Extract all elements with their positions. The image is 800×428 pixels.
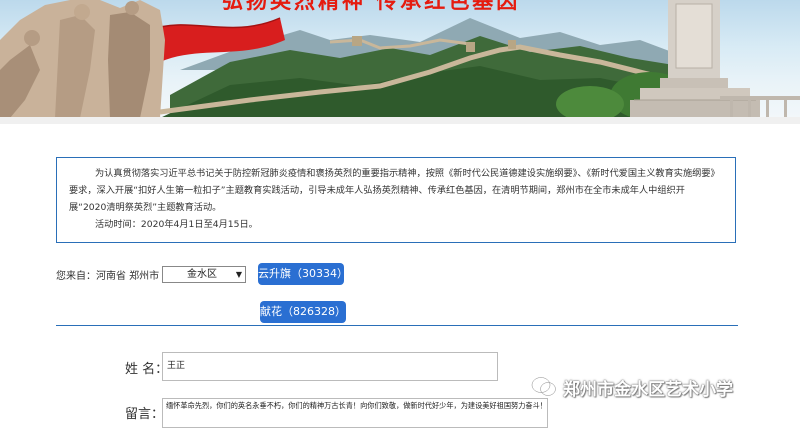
message-textarea[interactable]: 缅怀革命先烈，你们的英名永垂不朽，你们的精神万古长青！向你们致敬，做新时代好少年…	[162, 398, 548, 428]
location-label: 您来自：河南省 郑州市	[56, 271, 160, 282]
banner-divider	[0, 117, 800, 124]
wechat-icon	[531, 376, 557, 397]
activity-time: 活动时间：2020年4月1日至4月15日。	[95, 219, 258, 230]
name-input[interactable]: 王正	[162, 352, 498, 381]
notice-paragraph: 为认真贯彻落实习近平总书记关于防控新冠肺炎疫情和褒扬英烈的重要指示精神，按照《新…	[69, 168, 720, 213]
message-label: 留言：	[125, 407, 165, 422]
watermark-text: 郑州市金水区艺术小学	[563, 379, 733, 400]
district-select[interactable]: 金水区 ▼	[162, 266, 246, 283]
district-selected-value: 金水区	[187, 269, 217, 280]
raise-flag-button[interactable]: 云升旗（30334）	[258, 263, 348, 285]
dropdown-arrow-icon: ▼	[235, 270, 242, 279]
wechat-watermark: 郑州市金水区艺术小学	[531, 373, 733, 401]
offer-flowers-button[interactable]: 献花（826328）	[260, 301, 346, 323]
banner-title: 弘扬英烈精神 传承红色基因	[222, 0, 582, 11]
activity-notice: 为认真贯彻落实习近平总书记关于防控新冠肺炎疫情和褒扬英烈的重要指示精神，按照《新…	[56, 157, 736, 243]
section-divider	[56, 325, 738, 326]
header-banner: 弘扬英烈精神 传承红色基因	[0, 0, 800, 118]
banner-illustration	[0, 0, 800, 118]
